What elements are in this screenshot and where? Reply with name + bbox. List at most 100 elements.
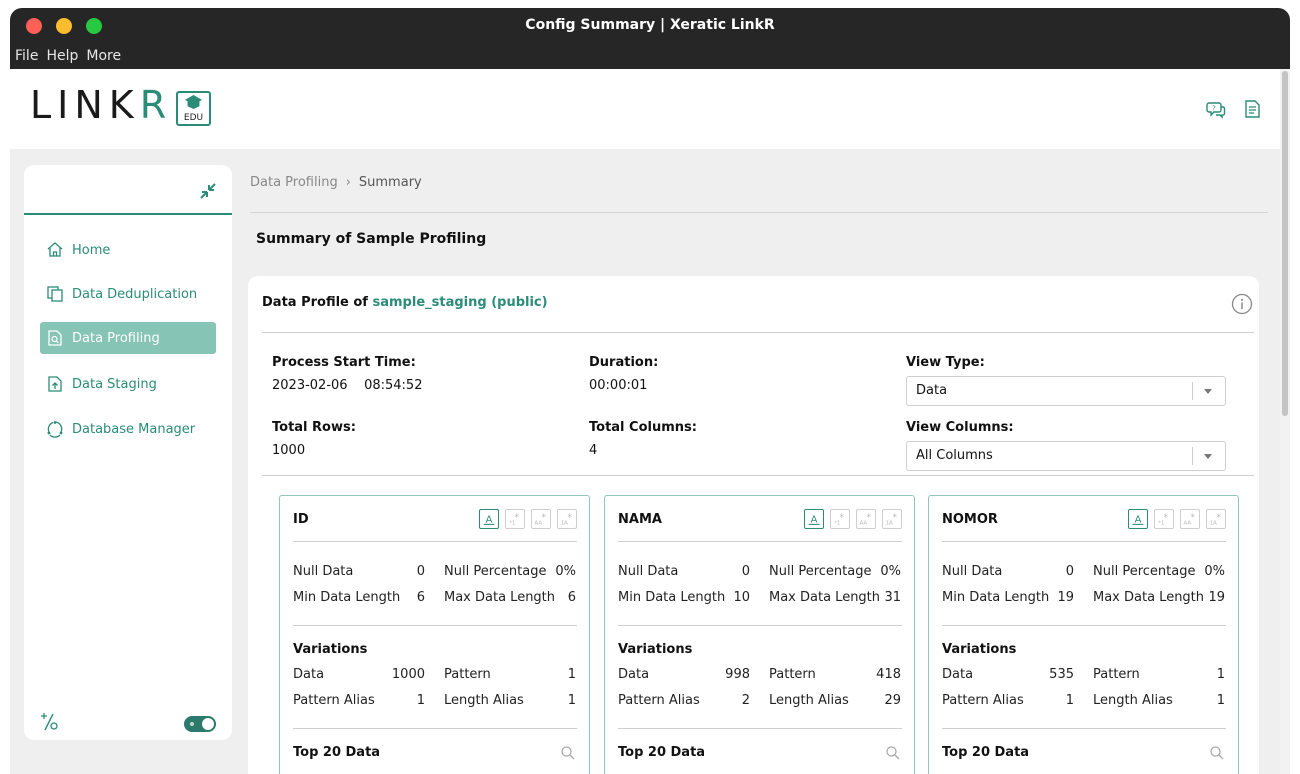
total-rows-label: Total Rows:: [272, 420, 356, 435]
pattern-alias-label: Pattern Alias: [618, 693, 700, 708]
help-chat-icon[interactable]: ?: [1206, 99, 1226, 119]
menu-file[interactable]: File: [15, 48, 38, 64]
pattern-format-icon[interactable]: * *1: [505, 509, 525, 529]
max-length-label: Max Data Length: [444, 590, 556, 605]
duration-label: Duration:: [589, 355, 659, 370]
sidebar-item-data-deduplication[interactable]: Data Deduplication: [40, 278, 216, 310]
breadcrumb-separator: ›: [345, 175, 351, 190]
svg-text:1A: 1A: [561, 520, 568, 526]
alias-format-icon[interactable]: * AA: [531, 509, 551, 529]
sidebar-top: [24, 165, 232, 215]
column-card-id: ID A * *1 * AA * 1A Null Data 0 Null Percen…: [279, 495, 590, 774]
app-header: LINKR EDU ?: [10, 69, 1280, 149]
sidebar-item-data-profiling[interactable]: Data Profiling: [40, 322, 216, 354]
min-length-label: Min Data Length: [293, 590, 401, 605]
collapse-sidebar-icon[interactable]: [198, 181, 218, 201]
view-columns-select[interactable]: All Columns: [906, 441, 1226, 471]
text-format-icon[interactable]: A: [1128, 509, 1148, 529]
length-format-icon[interactable]: * 1A: [1206, 509, 1226, 529]
svg-text:*1: *1: [834, 520, 840, 526]
max-length-value: 6: [567, 590, 576, 605]
variation-data-value: 998: [725, 667, 750, 682]
total-columns-value: 4: [589, 443, 598, 458]
pattern-format-icon[interactable]: * *1: [1154, 509, 1174, 529]
document-list-icon[interactable]: [1242, 99, 1262, 119]
sidebar-item-label: Database Manager: [72, 421, 196, 437]
svg-text:AA: AA: [860, 520, 868, 526]
info-icon[interactable]: [1231, 293, 1253, 315]
copy-icon: [47, 286, 63, 302]
select-divider: [1192, 382, 1193, 400]
length-alias-value: 29: [884, 693, 901, 708]
variation-data-label: Data: [618, 667, 650, 682]
text-format-icon[interactable]: A: [804, 509, 824, 529]
breadcrumb: Data Profiling › Summary: [250, 175, 422, 190]
doc-upload-icon: [48, 376, 62, 392]
process-start-label: Process Start Time:: [272, 355, 416, 370]
search-icon[interactable]: [885, 745, 901, 761]
alias-format-icon[interactable]: * AA: [856, 509, 876, 529]
edu-badge-label: EDU: [183, 113, 204, 123]
length-format-icon[interactable]: * 1A: [557, 509, 577, 529]
menu-more[interactable]: More: [86, 48, 121, 64]
sidebar-item-home[interactable]: Home: [40, 234, 216, 266]
page-scrollbar[interactable]: [1280, 69, 1290, 774]
view-mode-icons: A * *1 * AA * 1A: [1128, 509, 1226, 529]
theme-toggle[interactable]: [184, 716, 216, 732]
min-length-value: 19: [1057, 590, 1074, 605]
search-icon[interactable]: [560, 745, 576, 761]
svg-text:*1: *1: [509, 520, 515, 526]
card-divider: [618, 728, 902, 729]
sidebar-item-data-staging[interactable]: Data Staging: [40, 368, 216, 400]
chevron-down-icon: [1204, 454, 1212, 459]
total-rows-value: 1000: [272, 443, 306, 458]
sidebar-item-label: Data Deduplication: [72, 286, 198, 302]
text-format-icon[interactable]: A: [479, 509, 499, 529]
panel-divider-top: [262, 332, 1254, 333]
view-type-select[interactable]: Data: [906, 376, 1226, 406]
search-icon[interactable]: [1209, 745, 1225, 761]
max-length-label: Max Data Length: [1093, 590, 1205, 605]
sidebar-item-label: Home: [72, 242, 111, 258]
card-divider: [942, 625, 1226, 626]
variation-pattern-label: Pattern: [769, 667, 816, 682]
column-card-nomor: NOMOR A * *1 * AA * 1A Null Data 0 Null Per…: [928, 495, 1239, 774]
panel-divider-bottom: [262, 475, 1254, 476]
null-percentage-label: Null Percentage: [1093, 564, 1196, 579]
breadcrumb-data-profiling[interactable]: Data Profiling: [250, 175, 338, 190]
sidebar-item-label: Data Profiling: [72, 330, 160, 346]
chevron-down-icon: [1204, 389, 1212, 394]
variation-pattern-value: 418: [876, 667, 901, 682]
card-divider: [293, 625, 577, 626]
pattern-format-icon[interactable]: * *1: [830, 509, 850, 529]
svg-text:1A: 1A: [1210, 520, 1217, 526]
variations-title: Variations: [618, 642, 693, 657]
percentage-tool-icon[interactable]: [38, 711, 60, 733]
alias-format-icon[interactable]: * AA: [1180, 509, 1200, 529]
column-name: NOMOR: [942, 512, 998, 527]
profile-heading-prefix: Data Profile of: [262, 295, 368, 310]
null-percentage-value: 0%: [880, 564, 901, 579]
card-divider: [618, 625, 902, 626]
max-length-value: 31: [884, 590, 901, 605]
window-title: Config Summary | Xeratic LinkR: [525, 17, 775, 33]
svg-text:*: *: [866, 513, 871, 523]
null-percentage-value: 0%: [555, 564, 576, 579]
view-mode-icons: A * *1 * AA * 1A: [804, 509, 902, 529]
view-mode-icons: A * *1 * AA * 1A: [479, 509, 577, 529]
min-length-label: Min Data Length: [618, 590, 726, 605]
variations-title: Variations: [942, 642, 1017, 657]
variation-pattern-value: 1: [567, 667, 576, 682]
svg-text:AA: AA: [1184, 520, 1192, 526]
pattern-alias-value: 1: [416, 693, 425, 708]
sidebar-item-database-manager[interactable]: Database Manager: [40, 413, 216, 445]
svg-text:*: *: [567, 513, 572, 523]
app-window: Config Summary | Xeratic LinkR File Help…: [10, 8, 1290, 774]
top20-title: Top 20 Data: [942, 745, 1030, 760]
menu-help[interactable]: Help: [46, 48, 78, 64]
logo-main-text: LINK: [30, 83, 140, 127]
length-format-icon[interactable]: * 1A: [882, 509, 902, 529]
pattern-alias-value: 2: [741, 693, 750, 708]
svg-text:*: *: [1190, 513, 1195, 523]
scrollbar-thumb[interactable]: [1282, 71, 1288, 416]
